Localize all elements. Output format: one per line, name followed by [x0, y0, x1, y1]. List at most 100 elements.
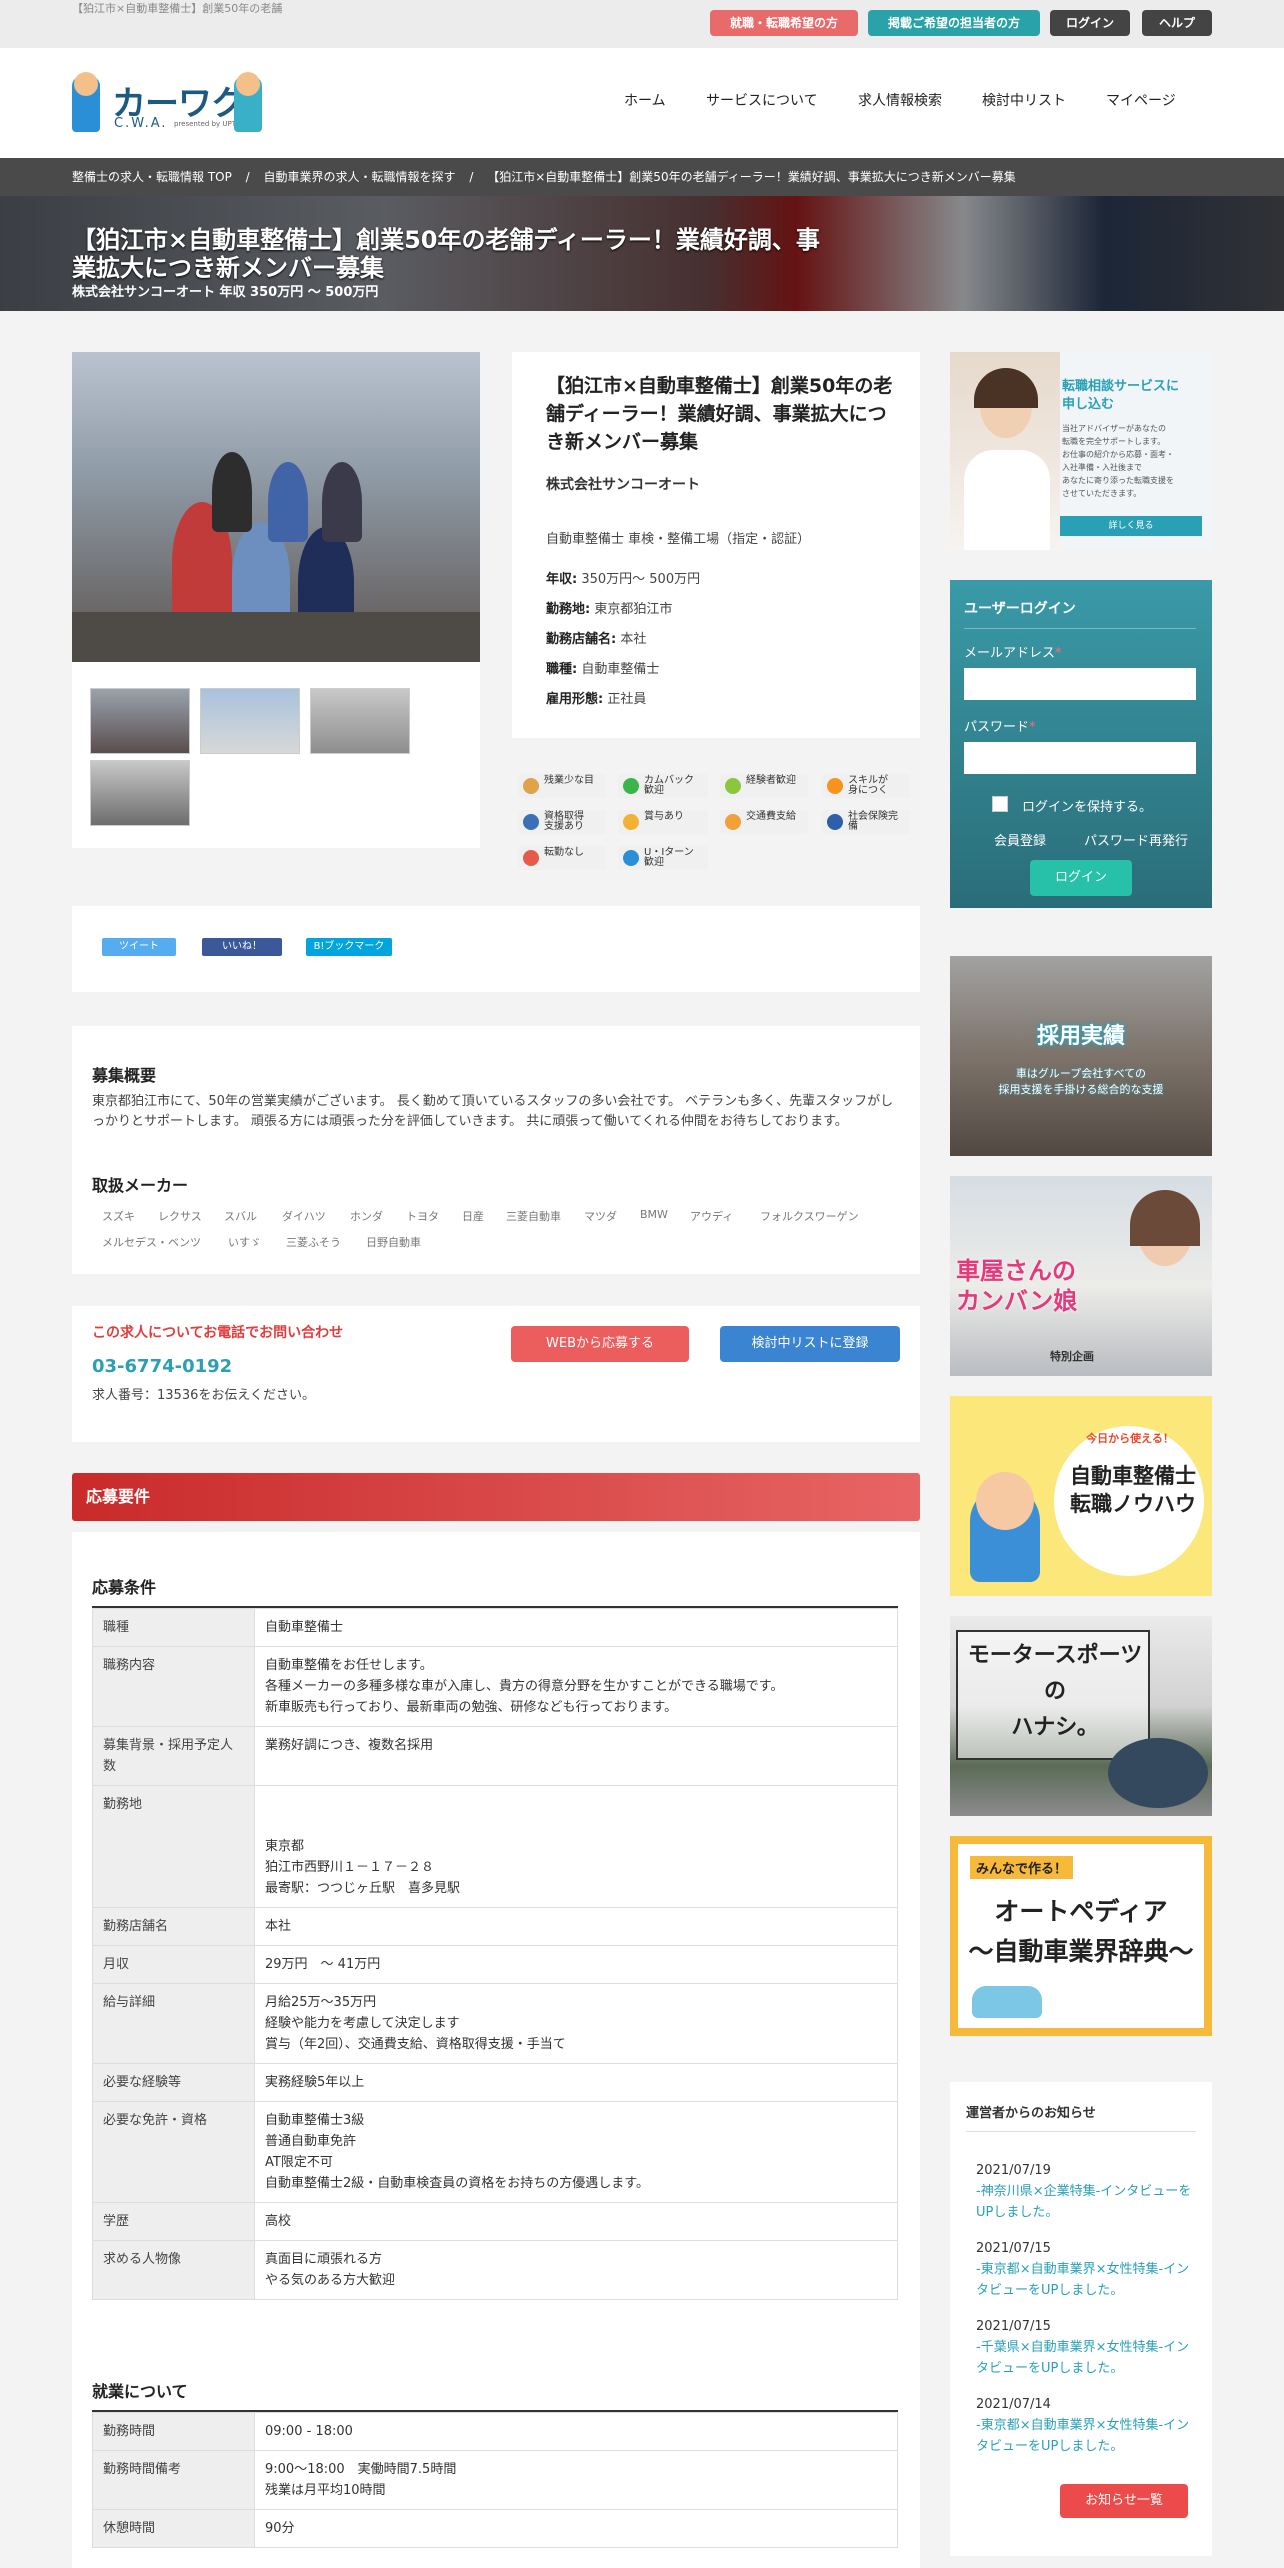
help-button[interactable]: ヘルプ [1142, 10, 1212, 36]
banner-sub: 今日から使える！ [1086, 1432, 1174, 1445]
maker-tag[interactable]: メルセデス・ベンツ [102, 1234, 201, 1250]
motorsports-banner[interactable]: モータースポーツ の ハナシ。 [950, 1616, 1212, 1816]
tweet-button[interactable]: ツイート [102, 938, 176, 956]
row-value: 自動車整備士 [254, 1608, 898, 1647]
table-row: 学歴 高校 [92, 2202, 898, 2241]
photo-thumbnail[interactable] [90, 688, 190, 754]
breadcrumb-separator: / [245, 170, 250, 184]
like-button[interactable]: いいね！ [202, 938, 282, 956]
career-knowhow-banner[interactable]: 今日から使える！ 自動車整備士 転職ノウハウ [950, 1396, 1212, 1596]
nav-job-search[interactable]: 求人情報検索 [858, 90, 942, 110]
badge-icon [725, 778, 741, 794]
location-field: 勤務地: 東京都狛江市 [546, 602, 673, 617]
banner-title: 車屋さんの カンバン娘 [956, 1257, 1078, 1315]
password-field[interactable] [964, 742, 1196, 774]
table-row: 勤務地 東京都 狛江市西野川１－１７－２８ 最寄駅：つつじヶ丘駅 喜多見駅 [92, 1785, 898, 1908]
row-label: 勤務時間 [92, 2412, 255, 2451]
add-to-list-button[interactable]: 検討中リストに登録 [720, 1326, 900, 1362]
staff-photo[interactable] [72, 352, 480, 662]
badge-icon [523, 778, 539, 794]
maker-tag[interactable]: 三菱自動車 [506, 1208, 561, 1224]
maker-tag[interactable]: スバル [224, 1208, 257, 1224]
email-field[interactable] [964, 668, 1196, 700]
feature-badge: 交通費支給 [720, 810, 808, 834]
news-item[interactable]: 2021/07/15 -千葉県×自動車業界×女性特集-インタビューをUPしました。 [976, 2316, 1196, 2379]
login-button[interactable]: ログイン [1050, 10, 1130, 36]
bookmark-button[interactable]: B!ブックマーク [306, 938, 392, 956]
news-item[interactable]: 2021/07/15 -東京都×自動車業界×女性特集-インタビューをUPしました。 [976, 2238, 1196, 2301]
row-label: 勤務地 [92, 1785, 255, 1908]
row-value: 自動車整備をお任せします。 各種メーカーの多種多様な車が入庫し、貴方の得意分野を… [254, 1646, 898, 1727]
autopedia-banner[interactable]: みんなで作る！ オートペディア 〜自動車業界辞典〜 [950, 1836, 1212, 2036]
badge-label: スキルが 身につく [848, 775, 888, 796]
consult-more-button[interactable]: 詳しく見る [1060, 516, 1202, 536]
banner-sub: 車はグループ会社すべての 採用支援を手掛ける総合的な支援 [998, 1067, 1164, 1096]
remember-checkbox[interactable] [992, 796, 1008, 812]
breadcrumb-search[interactable]: 自動車業界の求人・転職情報を探す [264, 170, 456, 184]
maker-tag[interactable]: 日産 [462, 1208, 484, 1224]
register-link[interactable]: 会員登録 [994, 830, 1046, 849]
banner-sub: みんなで作る！ [970, 1856, 1074, 1879]
phone-number[interactable]: 03-6774-0192 [92, 1356, 232, 1377]
maker-tag[interactable]: トヨタ [406, 1208, 439, 1224]
breadcrumb-top[interactable]: 整備士の求人・転職情報 TOP [72, 170, 232, 184]
photo-thumbnail[interactable] [200, 688, 300, 754]
banner-sub: 特別企画 [1050, 1350, 1094, 1363]
apply-button[interactable]: WEBから応募する [511, 1326, 689, 1362]
badge-label: 賞与あり [644, 811, 684, 822]
employment-type-field: 雇用形態: 正社員 [546, 692, 647, 707]
maker-tag[interactable]: レクサス [158, 1208, 202, 1224]
photo-thumbnail[interactable] [90, 760, 190, 826]
breadcrumb: 整備士の求人・転職情報 TOP / 自動車業界の求人・転職情報を探す / 【狛江… [0, 158, 1284, 196]
hiring-record-banner[interactable]: 採用実績 車はグループ会社すべての 採用支援を手掛ける総合的な支援 [950, 956, 1212, 1156]
row-label: 休憩時間 [92, 2509, 255, 2548]
makers-heading: 取扱メーカー [92, 1176, 189, 1195]
row-value: 90分 [254, 2509, 898, 2548]
consult-banner[interactable]: 転職相談サービスに 申し込む 当社アドバイザーがあなたの 転職を完全サポートしま… [950, 352, 1212, 550]
maker-tag[interactable]: フォルクスワーゲン [760, 1208, 859, 1224]
badge-icon [623, 814, 639, 830]
news-more-button[interactable]: お知らせ一覧 [1060, 2484, 1188, 2518]
nav-services[interactable]: サービスについて [706, 90, 818, 110]
badge-icon [827, 778, 843, 794]
maker-tag[interactable]: 三菱ふそう [286, 1234, 341, 1250]
row-label: 職務内容 [92, 1646, 255, 1727]
nav-home[interactable]: ホーム [624, 90, 666, 110]
nav-saved-list[interactable]: 検討中リスト [982, 90, 1066, 110]
maker-tag[interactable]: スズキ [102, 1208, 135, 1224]
table-row: 給与詳細 月給25万～35万円 経験や能力を考慮して決定します 賞与（年2回）、交… [92, 1983, 898, 2064]
maker-tag[interactable]: 日野自動車 [366, 1234, 421, 1250]
maker-tag[interactable]: アウディ [690, 1208, 733, 1224]
maker-tag[interactable]: ダイハツ [282, 1208, 326, 1224]
logo-powered: presented by UPTV [174, 120, 241, 128]
news-item[interactable]: 2021/07/14 -東京都×自動車業界×女性特集-インタビューをUPしました。 [976, 2394, 1196, 2457]
jobseeker-button[interactable]: 就職・転職希望の方 [710, 10, 858, 36]
maker-tag[interactable]: ホンダ [350, 1208, 383, 1224]
photo-thumbnail[interactable] [310, 688, 410, 754]
site-logo[interactable]: カーワク C.W.A. presented by UPTV [72, 72, 262, 134]
share-card [72, 906, 920, 992]
work-table: 勤務時間 09:00 - 18:00 勤務時間備考 9:00～18:00 実働時間7.… [92, 2412, 898, 2548]
nav-mypage[interactable]: マイページ [1106, 90, 1176, 110]
badge-icon [523, 814, 539, 830]
badge-icon [827, 814, 843, 830]
badge-label: 社会保険完備 [848, 811, 898, 832]
row-value: 月給25万～35万円 経験や能力を考慮して決定します 賞与（年2回）、交通費支給… [254, 1983, 898, 2064]
employer-button[interactable]: 掲載ご希望の担当者の方 [868, 10, 1040, 36]
maker-tag[interactable]: いすゞ [228, 1234, 261, 1250]
row-value: 自動車整備士3級 普通自動車免許 AT限定不可 自動車整備士2級・自動車検査員の… [254, 2101, 898, 2203]
banner-title: オートペディア 〜自動車業界辞典〜 [968, 1897, 1194, 1966]
password-reset-link[interactable]: パスワード再発行 [1084, 830, 1188, 849]
login-submit-button[interactable]: ログイン [1030, 860, 1132, 896]
news-item[interactable]: 2021/07/19 -神奈川県×企業特集-インタビューをUPしました。 [976, 2160, 1196, 2223]
badge-icon [623, 778, 639, 794]
feature-badge: U・Iターン 歓迎 [618, 846, 708, 870]
feature-badge: スキルが 身につく [822, 774, 910, 798]
maker-tag[interactable]: マツダ [584, 1208, 617, 1224]
logo-sub: C.W.A. [114, 116, 168, 131]
maker-tag[interactable]: BMW [640, 1208, 668, 1221]
company-name[interactable]: 株式会社サンコーオート [546, 474, 700, 494]
job-title: 【狛江市×自動車整備士】創業50年の老舗ディーラー！業績好調、事業拡大につき新メ… [546, 375, 893, 453]
signboard-girl-banner[interactable]: 車屋さんの カンバン娘 特別企画 [950, 1176, 1212, 1376]
table-row: 必要な経験等 実務経験5年以上 [92, 2063, 898, 2102]
